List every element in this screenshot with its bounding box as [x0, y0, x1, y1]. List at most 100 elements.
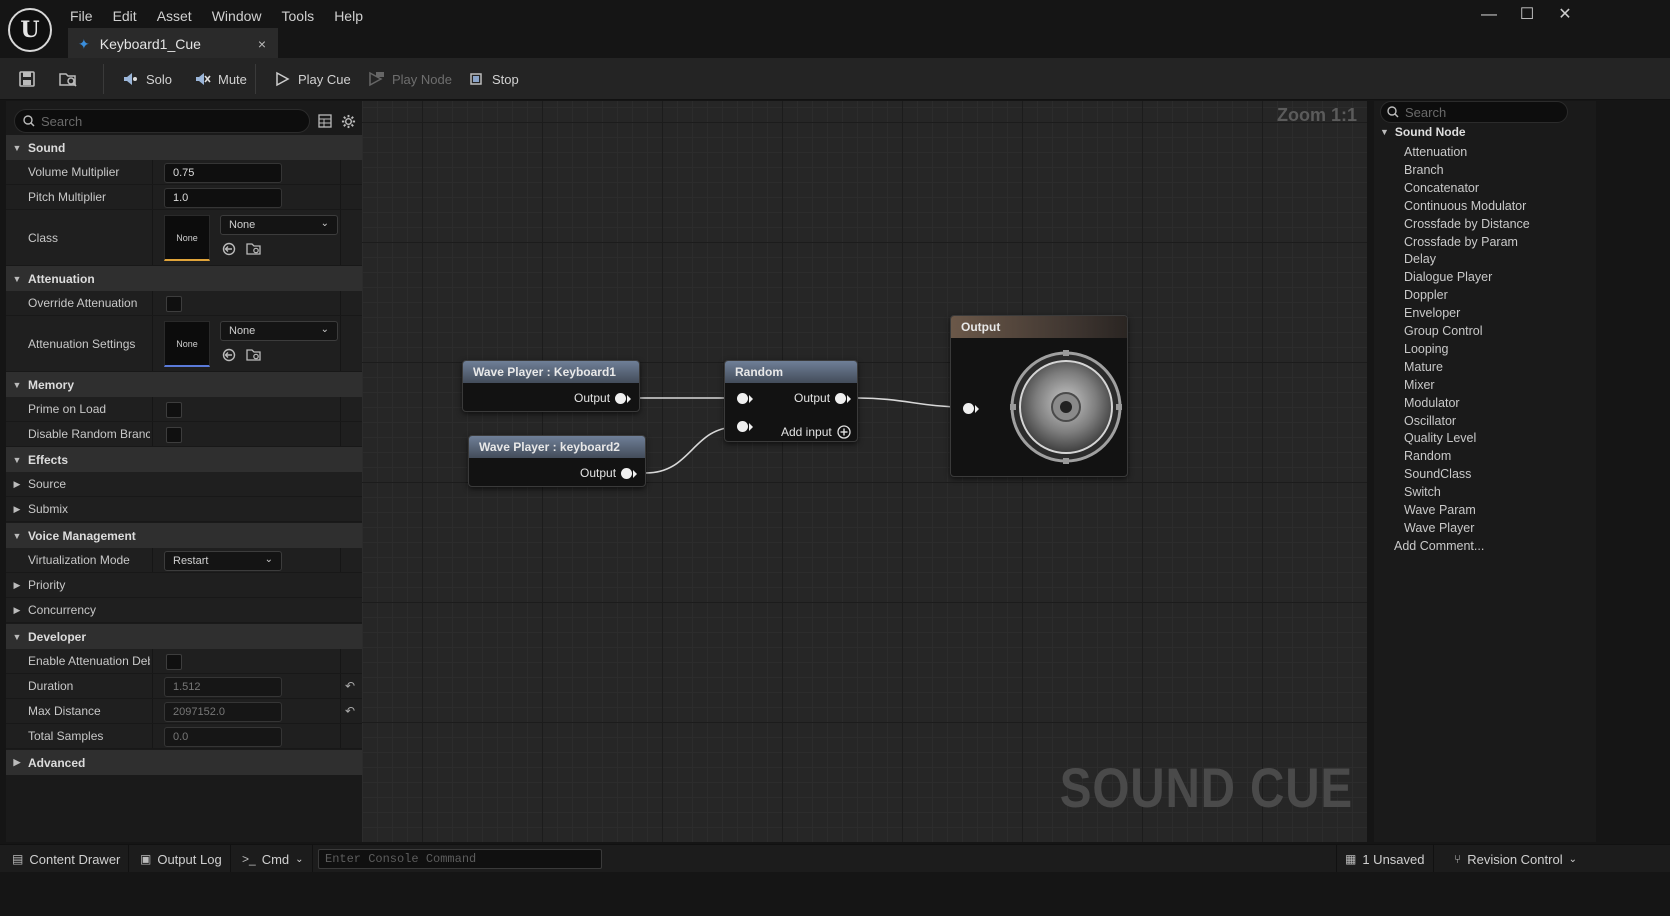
output-log-button[interactable]: ▣ Output Log: [132, 845, 231, 873]
play-node-button[interactable]: Play Node: [366, 66, 452, 92]
content-drawer-button[interactable]: ▤ Content Drawer: [4, 845, 130, 873]
palette-item[interactable]: Wave Player: [1404, 521, 1474, 535]
palette-item[interactable]: Continuous Modulator: [1404, 199, 1526, 213]
palette-item[interactable]: Concatenator: [1404, 181, 1479, 195]
enable-attenuation-debug-checkbox[interactable]: [166, 654, 182, 670]
cmd-dropdown[interactable]: >_ Cmd ⌄: [234, 845, 313, 873]
category-advanced[interactable]: ▶ Advanced: [6, 750, 362, 775]
group-submix[interactable]: ▶ Submix: [6, 497, 362, 522]
palette-category-sound-node[interactable]: ▼ Sound Node: [1380, 125, 1466, 139]
palette-item[interactable]: Switch: [1404, 485, 1441, 499]
add-input-label[interactable]: Add input: [781, 425, 832, 439]
random-output-pin[interactable]: [835, 393, 846, 404]
chevron-down-icon: ⌄: [264, 554, 273, 565]
node-wave-player-keyboard1[interactable]: Wave Player : Keyboard1 Output: [462, 360, 640, 412]
reset-to-default-icon[interactable]: ↶: [345, 679, 355, 693]
attenuation-thumbnail[interactable]: None: [164, 321, 210, 367]
palette-item[interactable]: Branch: [1404, 163, 1444, 177]
attenuation-combo[interactable]: None ⌄: [220, 321, 338, 341]
property-virtualization-mode: Virtualization Mode Restart ⌄: [6, 548, 362, 573]
revision-control-button[interactable]: ⑂ Revision Control ⌄: [1446, 845, 1585, 873]
palette-item[interactable]: Quality Level: [1404, 431, 1476, 445]
palette-item[interactable]: Dialogue Player: [1404, 270, 1492, 284]
output-pin[interactable]: [615, 393, 626, 404]
menu-asset[interactable]: Asset: [147, 4, 202, 26]
palette-item[interactable]: Group Control: [1404, 324, 1483, 338]
use-selected-arrow-icon[interactable]: [222, 242, 238, 258]
category-developer[interactable]: ▼ Developer: [6, 624, 362, 649]
palette-item[interactable]: Crossfade by Distance: [1404, 217, 1530, 231]
graph-canvas[interactable]: Zoom 1:1 SOUND CUE Wave Player : Keyboar…: [362, 101, 1367, 842]
node-random[interactable]: Random Output Add input: [724, 360, 858, 442]
menu-edit[interactable]: Edit: [103, 4, 147, 26]
menu-file[interactable]: File: [60, 4, 103, 26]
solo-button[interactable]: Solo: [120, 66, 172, 92]
add-input-plus-icon[interactable]: [837, 425, 851, 439]
play-cue-button[interactable]: Play Cue: [272, 66, 351, 92]
palette-add-comment[interactable]: Add Comment...: [1394, 539, 1484, 553]
class-thumbnail[interactable]: None: [164, 215, 210, 261]
reset-to-default-icon[interactable]: ↶: [345, 704, 355, 718]
palette-item[interactable]: SoundClass: [1404, 467, 1471, 481]
mute-button[interactable]: Mute: [192, 66, 247, 92]
palette-search-box[interactable]: [1380, 101, 1568, 123]
browse-button[interactable]: [58, 66, 84, 92]
category-effects[interactable]: ▼ Effects: [6, 447, 362, 472]
override-attenuation-checkbox[interactable]: [166, 296, 182, 312]
browse-folder-icon[interactable]: [246, 348, 262, 364]
class-combo[interactable]: None ⌄: [220, 215, 338, 235]
input-pin-1[interactable]: [737, 393, 748, 404]
palette-item[interactable]: Oscillator: [1404, 414, 1456, 428]
palette-item[interactable]: Mature: [1404, 360, 1443, 374]
group-priority[interactable]: ▶ Priority: [6, 573, 362, 598]
output-pin[interactable]: [621, 468, 632, 479]
browse-folder-icon[interactable]: [246, 242, 262, 258]
unsaved-button[interactable]: ▦ 1 Unsaved: [1336, 845, 1434, 873]
palette-item[interactable]: Mixer: [1404, 378, 1435, 392]
volume-multiplier-input[interactable]: 0.75: [164, 163, 282, 183]
details-search-box[interactable]: [14, 109, 310, 133]
minimize-button[interactable]: —: [1476, 4, 1502, 26]
palette-item[interactable]: Delay: [1404, 252, 1436, 266]
palette-item[interactable]: Attenuation: [1404, 145, 1467, 159]
category-voice-management[interactable]: ▼ Voice Management: [6, 523, 362, 548]
unreal-logo-icon[interactable]: U: [8, 8, 52, 52]
node-output[interactable]: Output: [950, 315, 1128, 477]
palette-item[interactable]: Wave Param: [1404, 503, 1476, 517]
menu-window[interactable]: Window: [202, 4, 272, 26]
menu-tools[interactable]: Tools: [272, 4, 325, 26]
save-button[interactable]: [17, 66, 43, 92]
tab-close-icon[interactable]: ×: [258, 36, 266, 52]
input-pin-2[interactable]: [737, 421, 748, 432]
disable-random-branch-checkbox[interactable]: [166, 427, 182, 443]
group-source[interactable]: ▶ Source: [6, 472, 362, 497]
use-selected-arrow-icon[interactable]: [222, 348, 238, 364]
category-sound[interactable]: ▼ Sound: [6, 135, 362, 160]
menu-help[interactable]: Help: [324, 4, 373, 26]
category-attenuation[interactable]: ▼ Attenuation: [6, 266, 362, 291]
table-view-icon[interactable]: [318, 114, 334, 130]
close-window-button[interactable]: ✕: [1552, 4, 1578, 26]
node-wave-player-keyboard2[interactable]: Wave Player : keyboard2 Output: [468, 435, 646, 487]
console-command-input[interactable]: [318, 849, 602, 869]
group-concurrency[interactable]: ▶ Concurrency: [6, 598, 362, 623]
virtualization-mode-combo[interactable]: Restart ⌄: [164, 551, 282, 571]
output-node-input-pin[interactable]: [963, 403, 974, 414]
palette-search-input[interactable]: [1405, 104, 1555, 120]
palette-item[interactable]: Doppler: [1404, 288, 1448, 302]
settings-gear-icon[interactable]: [341, 114, 357, 130]
palette-item[interactable]: Enveloper: [1404, 306, 1460, 320]
pin-arrow-icon: [975, 405, 979, 413]
prime-on-load-checkbox[interactable]: [166, 402, 182, 418]
palette-item[interactable]: Random: [1404, 449, 1451, 463]
stop-button[interactable]: Stop: [466, 66, 519, 92]
node-title: Output: [951, 316, 1127, 338]
pitch-multiplier-input[interactable]: 1.0: [164, 188, 282, 208]
maximize-button[interactable]: ☐: [1514, 4, 1540, 26]
palette-item[interactable]: Crossfade by Param: [1404, 235, 1518, 249]
asset-tab[interactable]: ✦ Keyboard1_Cue ×: [68, 28, 278, 58]
palette-item[interactable]: Looping: [1404, 342, 1449, 356]
category-memory[interactable]: ▼ Memory: [6, 372, 362, 397]
palette-item[interactable]: Modulator: [1404, 396, 1460, 410]
details-search-input[interactable]: [41, 113, 281, 129]
